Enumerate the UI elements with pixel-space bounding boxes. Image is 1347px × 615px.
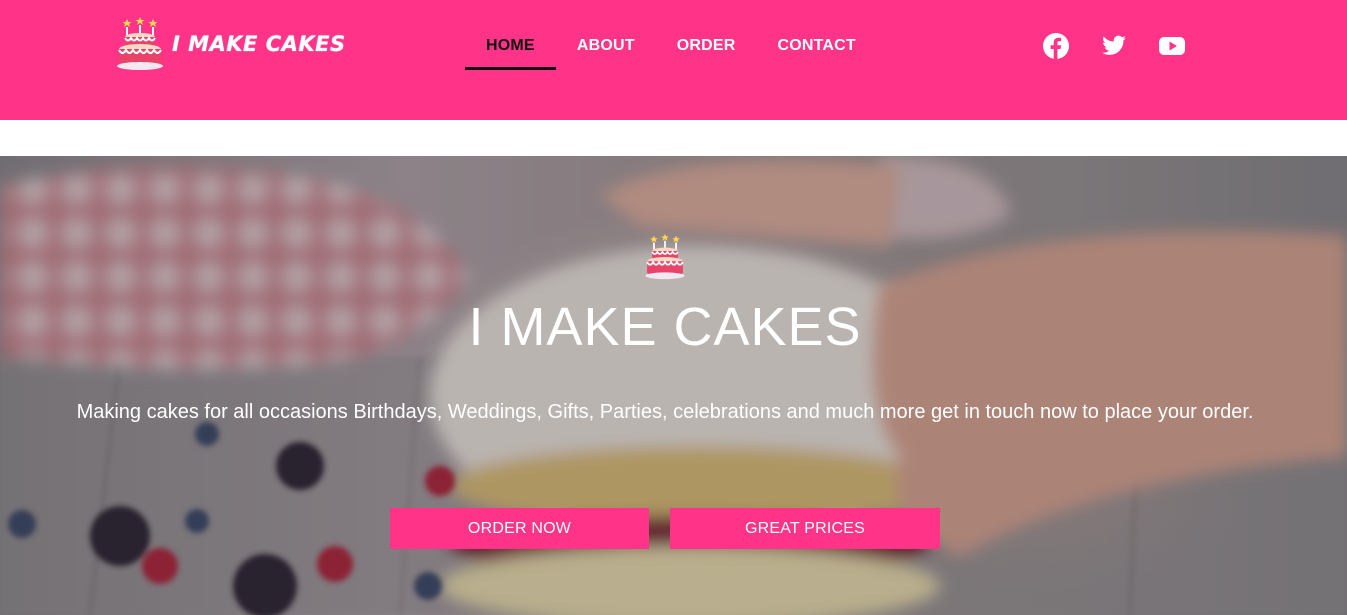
birthday-cake-icon <box>645 234 685 280</box>
main-nav: HOME ABOUT ORDER CONTACT <box>465 28 877 72</box>
site-logo[interactable]: I MAKE CAKES <box>116 16 346 72</box>
nav-item-about[interactable]: ABOUT <box>556 28 656 70</box>
hero-section: I MAKE CAKES Making cakes for all occasi… <box>0 156 1347 615</box>
facebook-icon <box>1043 33 1069 59</box>
hero-title: I MAKE CAKES <box>468 297 862 357</box>
nav-item-home[interactable]: HOME <box>465 28 556 70</box>
youtube-icon <box>1159 37 1185 55</box>
hero-content: I MAKE CAKES Making cakes for all occasi… <box>0 156 1347 615</box>
twitter-icon <box>1102 35 1126 55</box>
site-logo-text: I MAKE CAKES <box>172 32 346 56</box>
header-spacer <box>0 120 1347 156</box>
order-now-button[interactable]: ORDER NOW <box>390 508 649 549</box>
birthday-cake-icon <box>117 17 163 70</box>
nav-item-contact[interactable]: CONTACT <box>756 28 876 70</box>
youtube-link[interactable] <box>1159 33 1185 59</box>
site-header: I MAKE CAKES HOME ABOUT ORDER CONTACT <box>0 0 1347 120</box>
social-links <box>1043 33 1185 59</box>
hero-description: Making cakes for all occasions Birthdays… <box>76 401 1254 423</box>
twitter-link[interactable] <box>1101 33 1127 59</box>
nav-item-order[interactable]: ORDER <box>656 28 757 70</box>
facebook-link[interactable] <box>1043 33 1069 59</box>
great-prices-button[interactable]: GREAT PRICES <box>670 508 940 549</box>
